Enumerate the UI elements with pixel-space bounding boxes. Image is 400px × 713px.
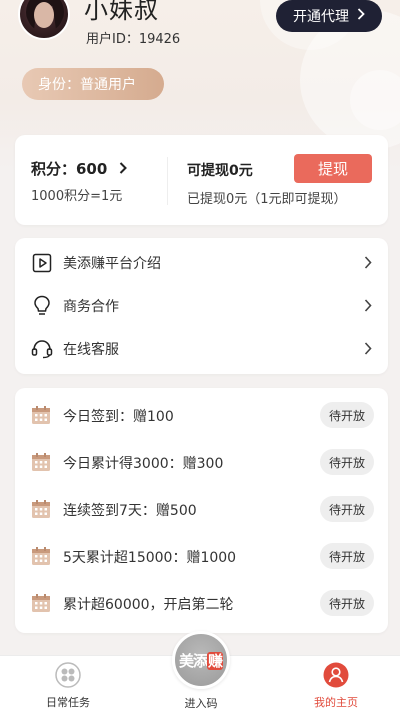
user-icon bbox=[323, 662, 349, 688]
tab-label: 日常任务 bbox=[46, 696, 90, 709]
task-status-button[interactable]: 待开放 bbox=[320, 449, 374, 475]
lightbulb-icon bbox=[31, 295, 53, 317]
task-status-button[interactable]: 待开放 bbox=[320, 496, 374, 522]
open-agent-button[interactable]: 开通代理 bbox=[276, 0, 382, 32]
menu-item-label: 商务合作 bbox=[63, 299, 119, 315]
menu-item-business[interactable]: 商务合作 bbox=[15, 285, 388, 327]
task-status-button[interactable]: 待开放 bbox=[320, 543, 374, 569]
wallet-card: 积分：600 1000积分=1元 可提现0元 已提现0元（1元即可提现） 提现 bbox=[15, 135, 388, 225]
task-label: 5天累计超15000：赠1000 bbox=[63, 550, 237, 566]
headset-icon bbox=[31, 338, 53, 360]
chevron-right-icon bbox=[119, 162, 127, 178]
chevron-right-icon bbox=[364, 254, 372, 273]
menu-card: 美添赚平台介绍 商务合作 在线客服 bbox=[15, 238, 388, 374]
enter-code-label: 进入码 bbox=[184, 697, 218, 710]
calendar-icon bbox=[32, 547, 50, 565]
calendar-icon bbox=[32, 500, 50, 518]
task-row: 今日累计得3000：赠300 待开放 bbox=[15, 439, 388, 485]
grid-circle-icon bbox=[55, 662, 81, 688]
tab-my-home[interactable]: 我的主页 bbox=[291, 662, 381, 712]
menu-item-customer-service[interactable]: 在线客服 bbox=[15, 328, 388, 370]
task-row: 累计超60000，开启第二轮 待开放 bbox=[15, 580, 388, 626]
brand-logo: 美添赚 bbox=[178, 651, 223, 670]
calendar-icon bbox=[32, 594, 50, 612]
menu-item-label: 美添赚平台介绍 bbox=[63, 256, 161, 272]
open-agent-label: 开通代理 bbox=[293, 9, 349, 25]
points-label: 积分：600 bbox=[31, 160, 108, 178]
identity-badge: 身份：普通用户 bbox=[22, 68, 164, 100]
task-label: 连续签到7天：赠500 bbox=[63, 503, 197, 519]
tab-label: 我的主页 bbox=[314, 696, 358, 709]
divider bbox=[167, 157, 168, 205]
task-row: 5天累计超15000：赠1000 待开放 bbox=[15, 533, 388, 579]
task-row: 连续签到7天：赠500 待开放 bbox=[15, 486, 388, 532]
task-card: 今日签到：赠100 待开放 今日累计得3000：赠300 待开放 连续签到7天：… bbox=[15, 388, 388, 633]
nickname: 小妹叔 bbox=[84, 0, 159, 24]
task-label: 今日累计得3000：赠300 bbox=[63, 456, 224, 472]
chevron-right-icon bbox=[357, 8, 365, 24]
chevron-right-icon bbox=[364, 297, 372, 316]
withdrawn-amount: 已提现0元（1元即可提现） bbox=[187, 192, 347, 207]
calendar-icon bbox=[32, 406, 50, 424]
calendar-icon bbox=[32, 453, 50, 471]
task-label: 累计超60000，开启第二轮 bbox=[63, 597, 234, 613]
withdraw-button[interactable]: 提现 bbox=[294, 154, 372, 183]
play-icon bbox=[31, 252, 53, 274]
tab-daily-tasks[interactable]: 日常任务 bbox=[23, 662, 113, 712]
withdrawable-amount: 可提现0元 bbox=[187, 163, 253, 179]
menu-item-platform-intro[interactable]: 美添赚平台介绍 bbox=[15, 242, 388, 284]
user-id: 用户ID：19426 bbox=[86, 32, 181, 47]
enter-code-button[interactable]: 美添赚 bbox=[172, 631, 230, 689]
task-row: 今日签到：赠100 待开放 bbox=[15, 392, 388, 438]
menu-item-label: 在线客服 bbox=[63, 342, 119, 358]
avatar[interactable] bbox=[18, 0, 70, 40]
points-link[interactable]: 积分：600 bbox=[31, 158, 127, 179]
points-rate: 1000积分=1元 bbox=[31, 189, 123, 204]
task-status-button[interactable]: 待开放 bbox=[320, 402, 374, 428]
chevron-right-icon bbox=[364, 340, 372, 359]
task-status-button[interactable]: 待开放 bbox=[320, 590, 374, 616]
task-label: 今日签到：赠100 bbox=[63, 409, 174, 425]
